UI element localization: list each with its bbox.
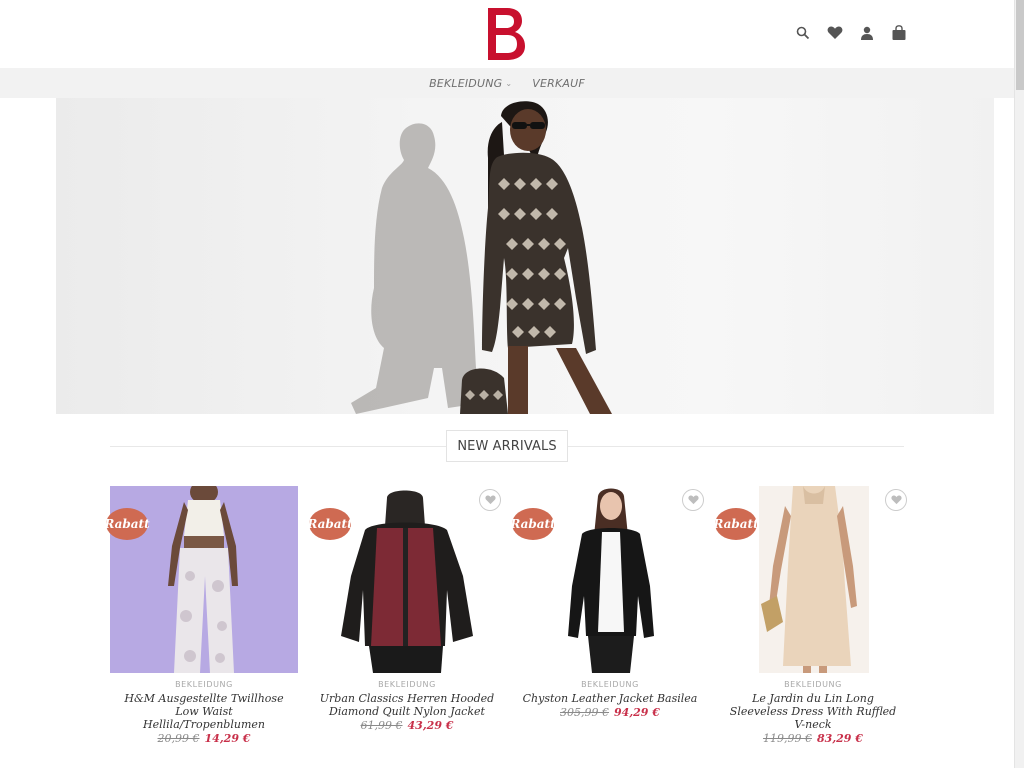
user-icon[interactable] [858,24,876,42]
bag-icon[interactable] [890,24,908,42]
product-price: 119,99 € 83,29 € [719,732,907,745]
product-card[interactable]: Rabatt BEKLEIDUNG Le Jardin du Lin Long … [713,486,907,745]
sale-price: 94,29 € [614,706,660,719]
product-grid: Rabatt BEKLEIDUNG H&M Ausgestellte Twill… [104,486,907,745]
product-name[interactable]: Le Jardin du Lin Long Sleeveless Dress W… [719,692,907,731]
discount-badge: Rabatt [510,508,556,540]
nav-item-label: VERKAUF [532,76,585,90]
product-name[interactable]: H&M Ausgestellte Twillhose Low Waist Hel… [110,692,298,731]
page-scrollbar[interactable] [1014,0,1024,768]
search-icon[interactable] [794,24,812,42]
heart-icon [890,495,902,505]
old-price: 61,99 € [360,719,403,732]
old-price: 119,99 € [763,732,813,745]
page: BEKLEIDUNG ⌄ VERKAUF NEW ARRIVALS Rabatt… [0,0,1014,768]
site-header [0,0,1014,68]
wishlist-button[interactable] [885,489,907,511]
wishlist-button[interactable] [479,489,501,511]
hero-image [351,101,612,414]
product-card[interactable]: Rabatt BEKLEIDUNG H&M Ausgestellte Twill… [104,486,298,745]
nav-item-label: BEKLEIDUNG [429,76,503,90]
discount-badge: Rabatt [307,508,353,540]
product-name[interactable]: Urban Classics Herren Hooded Diamond Qui… [313,692,501,718]
header-icons [794,24,908,42]
wishlist-button[interactable] [682,489,704,511]
scrollbar-thumb[interactable] [1016,0,1024,90]
product-category[interactable]: BEKLEIDUNG [313,680,501,689]
discount-badge: Rabatt [713,508,759,540]
product-price: 20,99 € 14,29 € [110,732,298,745]
heart-icon [687,495,699,505]
product-card[interactable]: Rabatt BEKLEIDUNG Chyston Leather Jacket… [510,486,704,745]
sale-price: 43,29 € [407,719,454,732]
nav-item-verkauf[interactable]: VERKAUF [532,77,585,90]
sale-price: 14,29 € [204,732,251,745]
section-title: NEW ARRIVALS [446,430,568,462]
heart-icon [484,495,496,505]
product-card[interactable]: Rabatt BEKLEIDUNG Urban Classics Herren … [307,486,501,745]
chevron-down-icon: ⌄ [505,78,513,88]
sale-price: 83,29 € [817,732,863,745]
heart-icon[interactable] [826,24,844,42]
old-price: 305,99 € [560,706,610,719]
product-price: 305,99 € 94,29 € [516,706,704,719]
new-arrivals-heading: NEW ARRIVALS [110,430,904,462]
hero-banner[interactable] [56,98,994,414]
main-nav: BEKLEIDUNG ⌄ VERKAUF [0,68,1014,98]
brand-logo[interactable] [482,4,528,64]
product-price: 61,99 € 43,29 € [313,719,501,732]
product-category[interactable]: BEKLEIDUNG [516,680,704,689]
discount-badge: Rabatt [104,508,150,540]
product-category[interactable]: BEKLEIDUNG [110,680,298,689]
product-name[interactable]: Chyston Leather Jacket Basilea [516,692,704,705]
product-category[interactable]: BEKLEIDUNG [719,680,907,689]
old-price: 20,99 € [157,732,200,745]
nav-item-bekleidung[interactable]: BEKLEIDUNG ⌄ [429,77,512,90]
